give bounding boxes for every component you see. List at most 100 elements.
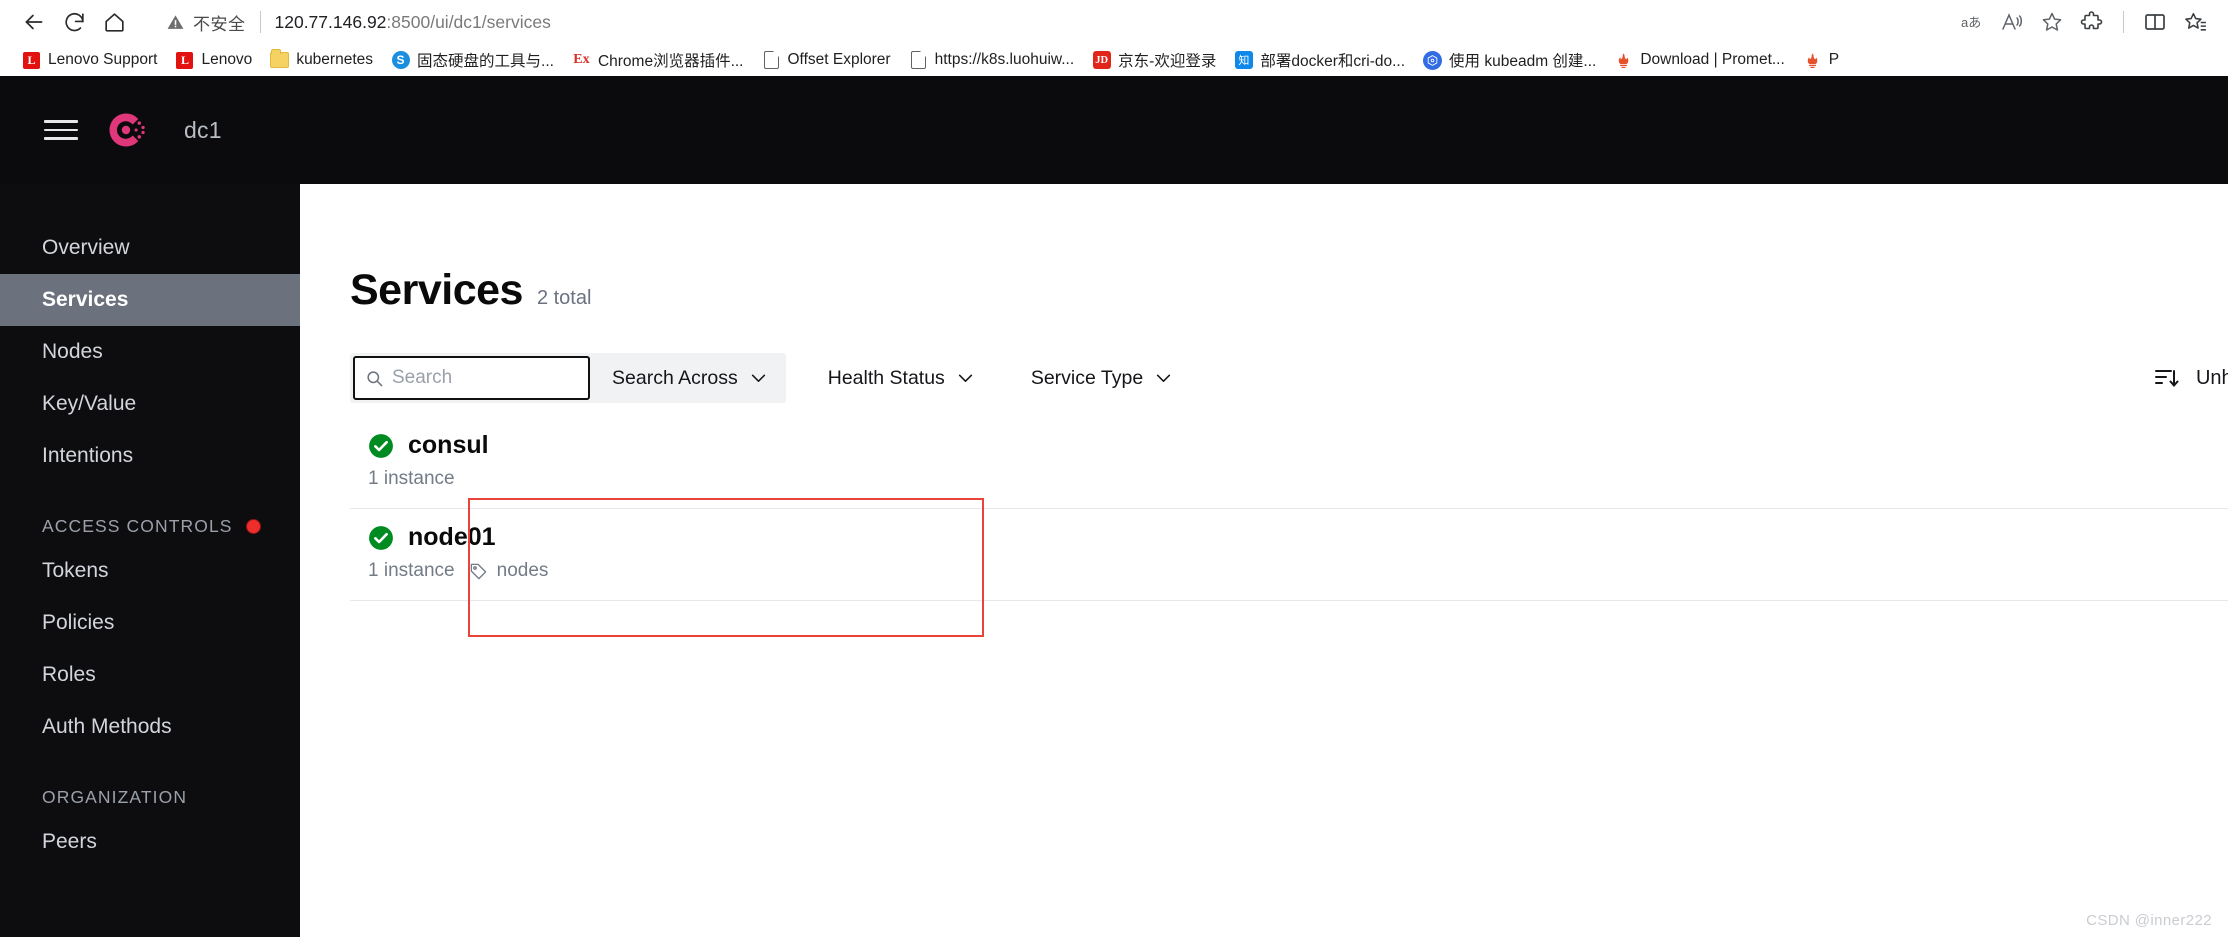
bookmark-item[interactable]: Download | Promet...: [1606, 47, 1792, 73]
bookmark-item[interactable]: https://k8s.luohuiw...: [901, 47, 1083, 73]
search-across-dropdown[interactable]: Search Across: [590, 353, 786, 403]
bookmark-item[interactable]: JD 京东-欢迎登录: [1084, 47, 1224, 73]
extensions-icon[interactable]: [2073, 3, 2111, 41]
bookmark-item[interactable]: P: [1795, 47, 1847, 73]
watermark: CSDN @inner222: [2086, 912, 2212, 929]
health-check-passing-icon: [369, 525, 393, 550]
sidebar-item-roles[interactable]: Roles: [0, 649, 300, 701]
service-tag-label: nodes: [496, 560, 549, 581]
svg-text:aあ: aあ: [1961, 15, 1981, 30]
service-list-item[interactable]: consul 1 instance: [350, 417, 2228, 509]
sidebar-item-label: Roles: [42, 663, 96, 686]
bookmark-item[interactable]: 使用 kubeadm 创建...: [1415, 47, 1604, 73]
translate-glyph: aあ: [1961, 15, 1981, 30]
sidebar-item-label: Intentions: [42, 444, 134, 467]
bookmark-label: Offset Explorer: [787, 51, 891, 68]
sidebar-item-intentions[interactable]: Intentions: [0, 430, 300, 482]
bookmark-item[interactable]: L Lenovo: [167, 47, 260, 73]
document-icon: [762, 51, 781, 70]
service-name: node01: [408, 523, 496, 551]
sidebar-item-peers[interactable]: Peers: [0, 816, 300, 868]
service-tag: nodes: [469, 560, 549, 582]
sort-control[interactable]: Unhealthy: [2154, 367, 2228, 390]
sidebar-item-label: Services: [42, 288, 129, 311]
zhihu-icon: 知: [1234, 51, 1253, 70]
bookmark-label: 使用 kubeadm 创建...: [1449, 53, 1597, 70]
service-instance-count: 1 instance: [368, 468, 455, 489]
search-group: Search Across: [350, 353, 786, 403]
chevron-down-icon: [1157, 374, 1171, 382]
bookmark-item[interactable]: Offset Explorer: [754, 47, 899, 73]
url-path: :8500/ui/dc1/services: [386, 11, 551, 32]
service-name: consul: [408, 431, 489, 459]
bookmark-item[interactable]: kubernetes: [262, 47, 381, 73]
collections-icon[interactable]: [2176, 3, 2214, 41]
read-aloud-icon[interactable]: [1993, 3, 2031, 41]
star-list-glyph: [2184, 12, 2206, 31]
sidebar-item-overview[interactable]: Overview: [0, 222, 300, 274]
sidebar-item-key-value[interactable]: Key/Value: [0, 378, 300, 430]
sidebar-item-label: Key/Value: [42, 392, 137, 415]
browser-toolbar: 不安全 120.77.146.92:8500/ui/dc1/services a…: [0, 0, 2228, 44]
sidebar-section-label: ACCESS CONTROLS: [42, 516, 233, 536]
red-status-dot-icon: [245, 519, 261, 534]
bookmark-label: Chrome浏览器插件...: [597, 53, 744, 70]
bookmark-item[interactable]: 知 部署docker和cri-do...: [1226, 47, 1413, 73]
prometheus-icon: [1614, 50, 1634, 70]
search-icon: [367, 370, 383, 386]
sidebar-nav: Overview Services Nodes Key/Value Intent…: [0, 184, 300, 868]
back-button[interactable]: [14, 2, 54, 42]
puzzle-piece-glyph: [2080, 11, 2103, 30]
bookmark-label: kubernetes: [296, 51, 374, 68]
consul-logo-icon[interactable]: [104, 108, 148, 152]
browser-chrome: 不安全 120.77.146.92:8500/ui/dc1/services a…: [0, 0, 2228, 76]
sidebar-item-services[interactable]: Services: [0, 274, 300, 326]
sidebar-section-organization: ORGANIZATION: [0, 787, 300, 808]
document-icon: [909, 51, 928, 70]
sidebar-item-auth-methods[interactable]: Auth Methods: [0, 701, 300, 753]
sidebar-item-policies[interactable]: Policies: [0, 597, 300, 649]
lenovo-icon: L: [175, 51, 194, 70]
prometheus-torch-glyph: [1619, 52, 1629, 68]
sidebar-section-access-controls: ACCESS CONTROLS: [0, 516, 300, 537]
service-type-label: Service Type: [1030, 366, 1144, 389]
sidebar-item-label: Overview: [42, 236, 130, 259]
sogou-s-icon: S: [391, 51, 410, 70]
search-field-wrapper[interactable]: [353, 356, 639, 400]
bookmark-label: Lenovo Support: [48, 51, 158, 68]
url-host: 120.77.146.92: [274, 11, 387, 32]
translate-icon[interactable]: aあ: [1953, 3, 1991, 41]
site-security-indicator[interactable]: 不安全: [166, 10, 246, 35]
star-outline-glyph: [2042, 12, 2062, 31]
reload-icon: [64, 12, 84, 31]
omnibox-divider: [259, 11, 261, 33]
bookmark-label: P: [1828, 51, 1840, 68]
sidebar-item-tokens[interactable]: Tokens: [0, 545, 300, 597]
kubernetes-icon: [1423, 50, 1443, 70]
sidebar-item-nodes[interactable]: Nodes: [0, 326, 300, 378]
service-list-item[interactable]: node01 1 instance nodes: [350, 509, 2228, 601]
service-name-row: node01: [368, 523, 2228, 552]
favorite-star-icon[interactable]: [2033, 3, 2071, 41]
bookmark-item[interactable]: L Lenovo Support: [14, 47, 165, 73]
service-list: consul 1 instance node01 1 instance node…: [350, 417, 2228, 601]
sidebar: Overview Services Nodes Key/Value Intent…: [0, 184, 300, 937]
bookmark-item[interactable]: S 固态硬盘的工具与...: [383, 47, 562, 73]
bookmark-label: 固态硬盘的工具与...: [417, 53, 554, 70]
split-screen-icon[interactable]: [2136, 3, 2174, 41]
health-status-dropdown[interactable]: Health Status: [812, 358, 989, 398]
sort-label: Unhealthy: [2195, 366, 2228, 389]
k8s-helm-glyph: [1427, 54, 1438, 66]
service-instance-count: 1 instance: [368, 560, 455, 581]
bookmark-label: 京东-欢迎登录: [1118, 53, 1217, 70]
bookmark-item[interactable]: Ex Chrome浏览器插件...: [564, 47, 752, 73]
hamburger-menu-icon[interactable]: [44, 117, 78, 143]
reload-button[interactable]: [54, 2, 94, 42]
address-bar[interactable]: 不安全 120.77.146.92:8500/ui/dc1/services: [150, 2, 1939, 42]
datacenter-label[interactable]: dc1: [184, 117, 222, 144]
chevron-down-icon: [751, 374, 765, 382]
service-name-row: consul: [368, 431, 2228, 460]
home-icon: [104, 12, 124, 32]
service-type-dropdown[interactable]: Service Type: [1015, 358, 1187, 398]
home-button[interactable]: [94, 2, 134, 42]
